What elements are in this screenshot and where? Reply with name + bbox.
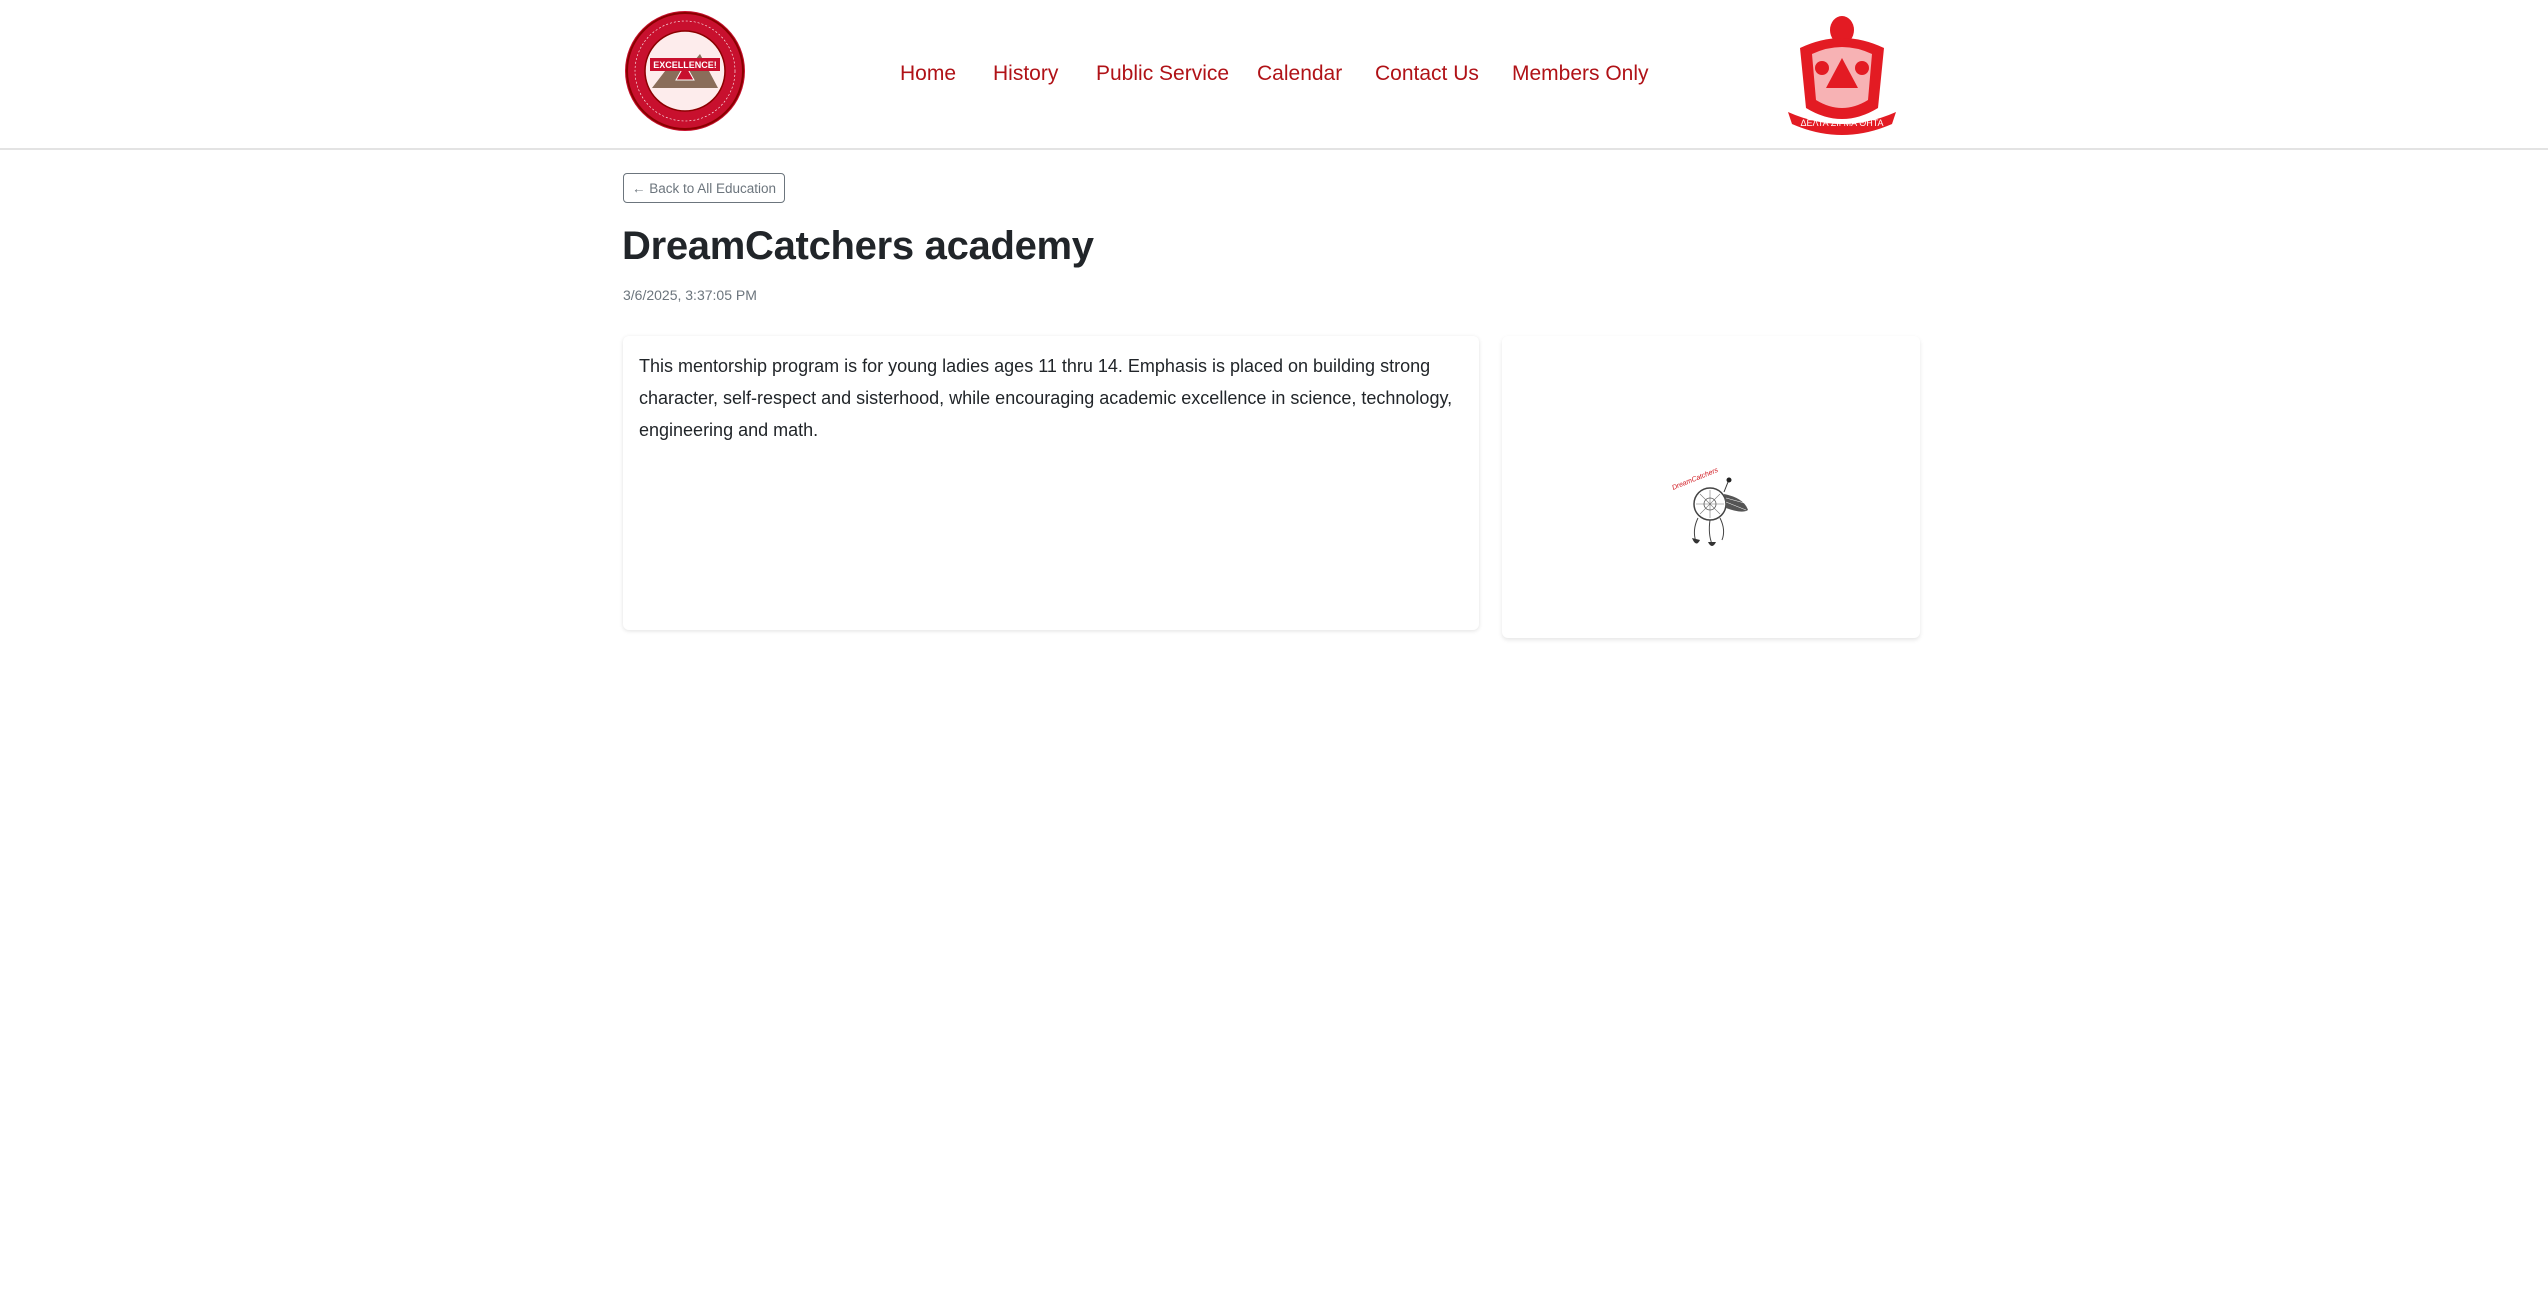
nav-members-only[interactable]: Members Only (1512, 56, 1649, 92)
description-card: This mentorship program is for young lad… (623, 336, 1479, 630)
site-header: EXCELLENCE! Home History Public Service … (0, 0, 2548, 150)
description-text: This mentorship program is for young lad… (639, 356, 1453, 440)
seal-center-text: EXCELLENCE! (653, 60, 717, 70)
nav-home[interactable]: Home (900, 56, 956, 92)
nav-history[interactable]: History (993, 56, 1058, 92)
back-to-all-education-button[interactable]: ← Back to All Education (623, 173, 785, 203)
dreamcatcher-illustration: DreamCatchers (1671, 467, 1749, 546)
delta-sigma-theta-crest[interactable]: ΔΕΛΤΑ ΣΙΓΜΑ ΘΗΤΑ (1778, 8, 1906, 136)
nav-contact-us[interactable]: Contact Us (1375, 56, 1479, 92)
post-timestamp: 3/6/2025, 3:37:05 PM (623, 287, 757, 303)
chapter-seal-logo[interactable]: EXCELLENCE! (620, 10, 750, 132)
image-card: DreamCatchers (1502, 336, 1920, 638)
nav-public-service[interactable]: Public Service (1096, 56, 1229, 92)
nav-calendar[interactable]: Calendar (1257, 56, 1342, 92)
page-title: DreamCatchers academy (622, 224, 1094, 268)
crest-banner-text: ΔΕΛΤΑ ΣΙΓΜΑ ΘΗΤΑ (1800, 118, 1883, 128)
